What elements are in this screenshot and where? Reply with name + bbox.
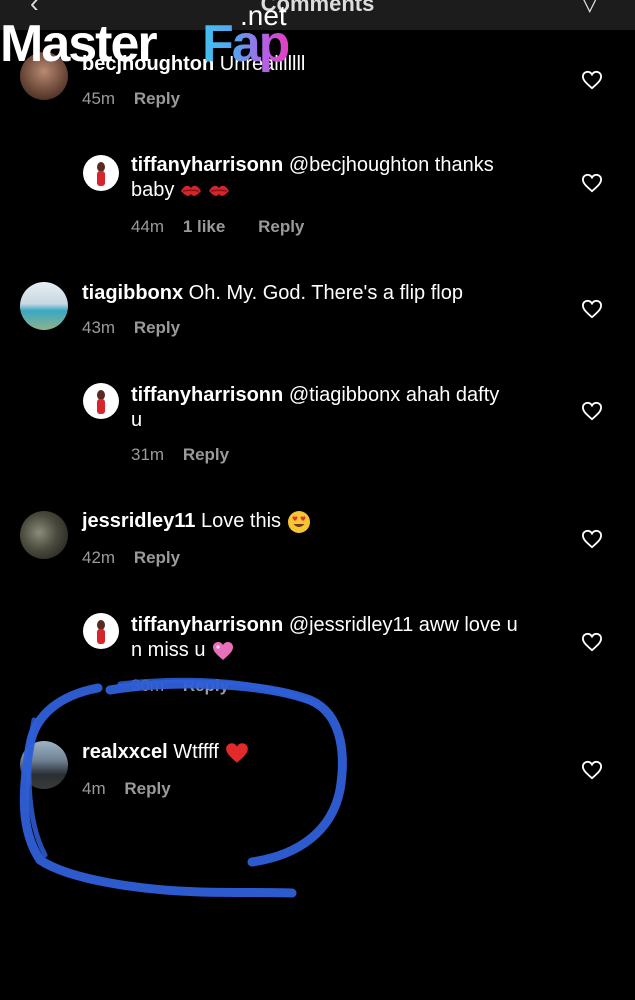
watermark-fap: Fap	[202, 15, 290, 73]
avatar[interactable]	[20, 741, 68, 789]
reply-button[interactable]: Reply	[124, 779, 170, 798]
heart-outline-icon[interactable]	[581, 529, 603, 549]
comment-time: 30m	[131, 676, 165, 695]
likes-count[interactable]: 1 like	[183, 217, 226, 236]
comment-item: jessridley11 Love this 42m Reply	[0, 508, 635, 578]
comment-body-cont: baby	[131, 179, 175, 201]
reply-button[interactable]: Reply	[258, 217, 304, 236]
avatar[interactable]	[83, 155, 119, 191]
comment-username[interactable]: realxxcel	[82, 741, 168, 763]
heart-outline-icon[interactable]	[581, 401, 603, 421]
comment-time: 4m	[82, 779, 106, 798]
avatar[interactable]	[20, 282, 68, 330]
comment-time: 31m	[131, 445, 165, 464]
red-heart-emoji-icon	[226, 742, 249, 763]
comment-meta: 30m Reply	[131, 676, 243, 696]
comment-time: 42m	[82, 548, 116, 567]
heart-outline-icon[interactable]	[581, 299, 603, 319]
comment-item: realxxcel Wtffff 4m Reply	[0, 738, 635, 808]
comment-username[interactable]: tiffanyharrisonn	[131, 384, 283, 406]
comment-text: jessridley11 Love this	[82, 509, 311, 534]
kiss-emoji-icon	[180, 185, 201, 196]
heart-outline-icon[interactable]	[581, 70, 603, 90]
comment-body: Wtffff	[173, 741, 219, 763]
comment-text: realxxcel Wtffff	[82, 740, 250, 765]
watermark-master: Master	[0, 15, 158, 73]
comment-username[interactable]: tiagibbonx	[82, 282, 183, 304]
reply-button[interactable]: Reply	[183, 445, 229, 464]
comment-text: tiffanyharrisonn @jessridley11 aww love …	[131, 613, 561, 663]
comment-text: tiagibbonx Oh. My. God. There's a flip f…	[82, 281, 463, 306]
avatar[interactable]	[20, 511, 68, 559]
comment-time: 44m	[131, 217, 165, 236]
watermark-logo: .net Master Fap	[0, 0, 320, 73]
avatar[interactable]	[83, 383, 119, 419]
comment-meta: 43m Reply	[82, 318, 194, 338]
comment-time: 45m	[82, 89, 116, 108]
comment-body: @tiagibbonx ahah dafty	[288, 384, 500, 406]
comment-body: Love this	[201, 510, 282, 532]
comment-body: @jessridley11 aww love u	[288, 614, 518, 636]
comment-text: tiffanyharrisonn @tiagibbonx ahah dafty …	[131, 383, 551, 433]
comment-username[interactable]: tiffanyharrisonn	[131, 154, 283, 176]
comment-reply-item: tiffanyharrisonn @jessridley11 aww love …	[0, 610, 635, 695]
reply-button[interactable]: Reply	[183, 676, 229, 695]
comment-body-cont: u	[131, 409, 143, 431]
comment-meta: 42m Reply	[82, 548, 194, 568]
comment-reply-item: tiffanyharrisonn @tiagibbonx ahah dafty …	[0, 380, 635, 475]
heart-eyes-emoji-icon	[287, 510, 310, 533]
heart-outline-icon[interactable]	[581, 632, 603, 652]
comment-body: Oh. My. God. There's a flip flop	[188, 282, 463, 304]
comment-meta: 44m 1 like Reply	[131, 217, 318, 237]
reply-button[interactable]: Reply	[134, 548, 180, 567]
heart-outline-icon[interactable]	[581, 173, 603, 193]
comment-username[interactable]: tiffanyharrisonn	[131, 614, 283, 636]
heart-outline-icon[interactable]	[581, 760, 603, 780]
comment-body-cont: n miss u	[131, 639, 206, 661]
comment-time: 43m	[82, 318, 116, 337]
comment-username[interactable]: jessridley11	[82, 510, 195, 532]
comment-text: tiffanyharrisonn @becjhoughton thanks ba…	[131, 153, 551, 203]
send-icon[interactable]: ▽	[581, 0, 599, 17]
kiss-emoji-icon	[208, 185, 229, 196]
avatar[interactable]	[83, 613, 119, 649]
comment-meta: 45m Reply	[82, 89, 194, 109]
comment-body: @becjhoughton thanks	[288, 154, 494, 176]
reply-button[interactable]: Reply	[134, 89, 180, 108]
pink-heart-emoji-icon	[213, 641, 234, 660]
comment-reply-item: tiffanyharrisonn @becjhoughton thanks ba…	[0, 150, 635, 245]
reply-button[interactable]: Reply	[134, 318, 180, 337]
comment-meta: 4m Reply	[82, 779, 185, 799]
comment-item: tiagibbonx Oh. My. God. There's a flip f…	[0, 280, 635, 350]
comment-meta: 31m Reply	[131, 445, 243, 465]
